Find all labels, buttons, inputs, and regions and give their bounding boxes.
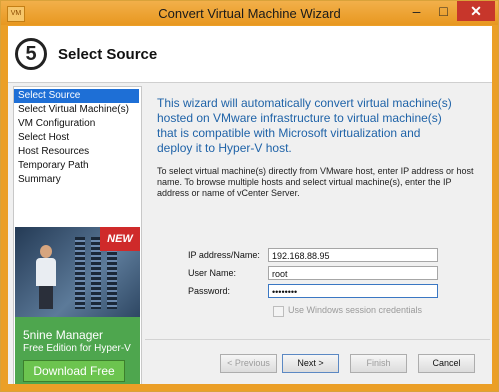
next-button[interactable]: Next > (282, 354, 339, 373)
maximize-button[interactable]: □ (430, 1, 457, 21)
server-rack-icon (75, 237, 85, 309)
nav-item-vm-configuration[interactable]: VM Configuration (14, 117, 139, 131)
main-panel: This wizard will automatically convert v… (145, 86, 490, 346)
windows-credentials-label: Use Windows session credentials (288, 305, 423, 315)
wizard-client-area: 5 Select Source Select Source Select Vir… (8, 26, 492, 385)
password-input[interactable]: •••••••• (268, 284, 438, 298)
instructions-text: To select virtual machine(s) directly fr… (157, 166, 474, 198)
intro-text: This wizard will automatically convert v… (157, 96, 452, 155)
title-bar: VM Convert Virtual Machine Wizard – □ ✕ (1, 1, 498, 25)
step-title: Select Source (58, 46, 158, 63)
person-with-laptop-icon (35, 245, 57, 309)
footer-divider (145, 339, 490, 340)
user-name-label: User Name: (188, 268, 237, 278)
wizard-header: 5 Select Source (8, 26, 492, 83)
ip-address-input[interactable]: 192.168.88.95 (268, 248, 438, 262)
password-label: Password: (188, 286, 231, 296)
wizard-window: VM Convert Virtual Machine Wizard – □ ✕ … (0, 0, 499, 392)
nav-item-temporary-path[interactable]: Temporary Path (14, 159, 139, 173)
finish-button[interactable]: Finish (350, 354, 407, 373)
promo-edition: Free Edition for Hyper-V (23, 343, 131, 354)
nav-item-select-host[interactable]: Select Host (14, 131, 139, 145)
nav-item-select-virtual-machines[interactable]: Select Virtual Machine(s) (14, 103, 139, 117)
nav-item-host-resources[interactable]: Host Resources (14, 145, 139, 159)
cancel-button[interactable]: Cancel (418, 354, 475, 373)
windows-credentials-checkbox[interactable] (273, 306, 284, 317)
user-name-input[interactable]: root (268, 266, 438, 280)
minimize-button[interactable]: – (403, 1, 430, 21)
datacenter-image: NEW (15, 227, 140, 317)
close-button[interactable]: ✕ (457, 1, 495, 21)
previous-button[interactable]: < Previous (220, 354, 277, 373)
step-number-icon: 5 (15, 38, 47, 70)
new-badge: NEW (100, 227, 140, 251)
step-navigation: Select Source Select Virtual Machine(s) … (13, 86, 142, 385)
promo-banner[interactable]: NEW 5nine Manager Free Edition for Hyper… (15, 227, 140, 384)
promo-product-name: 5nine Manager (23, 328, 104, 342)
nav-item-summary[interactable]: Summary (14, 173, 139, 187)
nav-item-select-source[interactable]: Select Source (14, 89, 139, 103)
ip-address-label: IP address/Name: (188, 250, 260, 260)
window-bottom-border (1, 384, 498, 391)
download-free-button[interactable]: Download Free (23, 360, 125, 382)
